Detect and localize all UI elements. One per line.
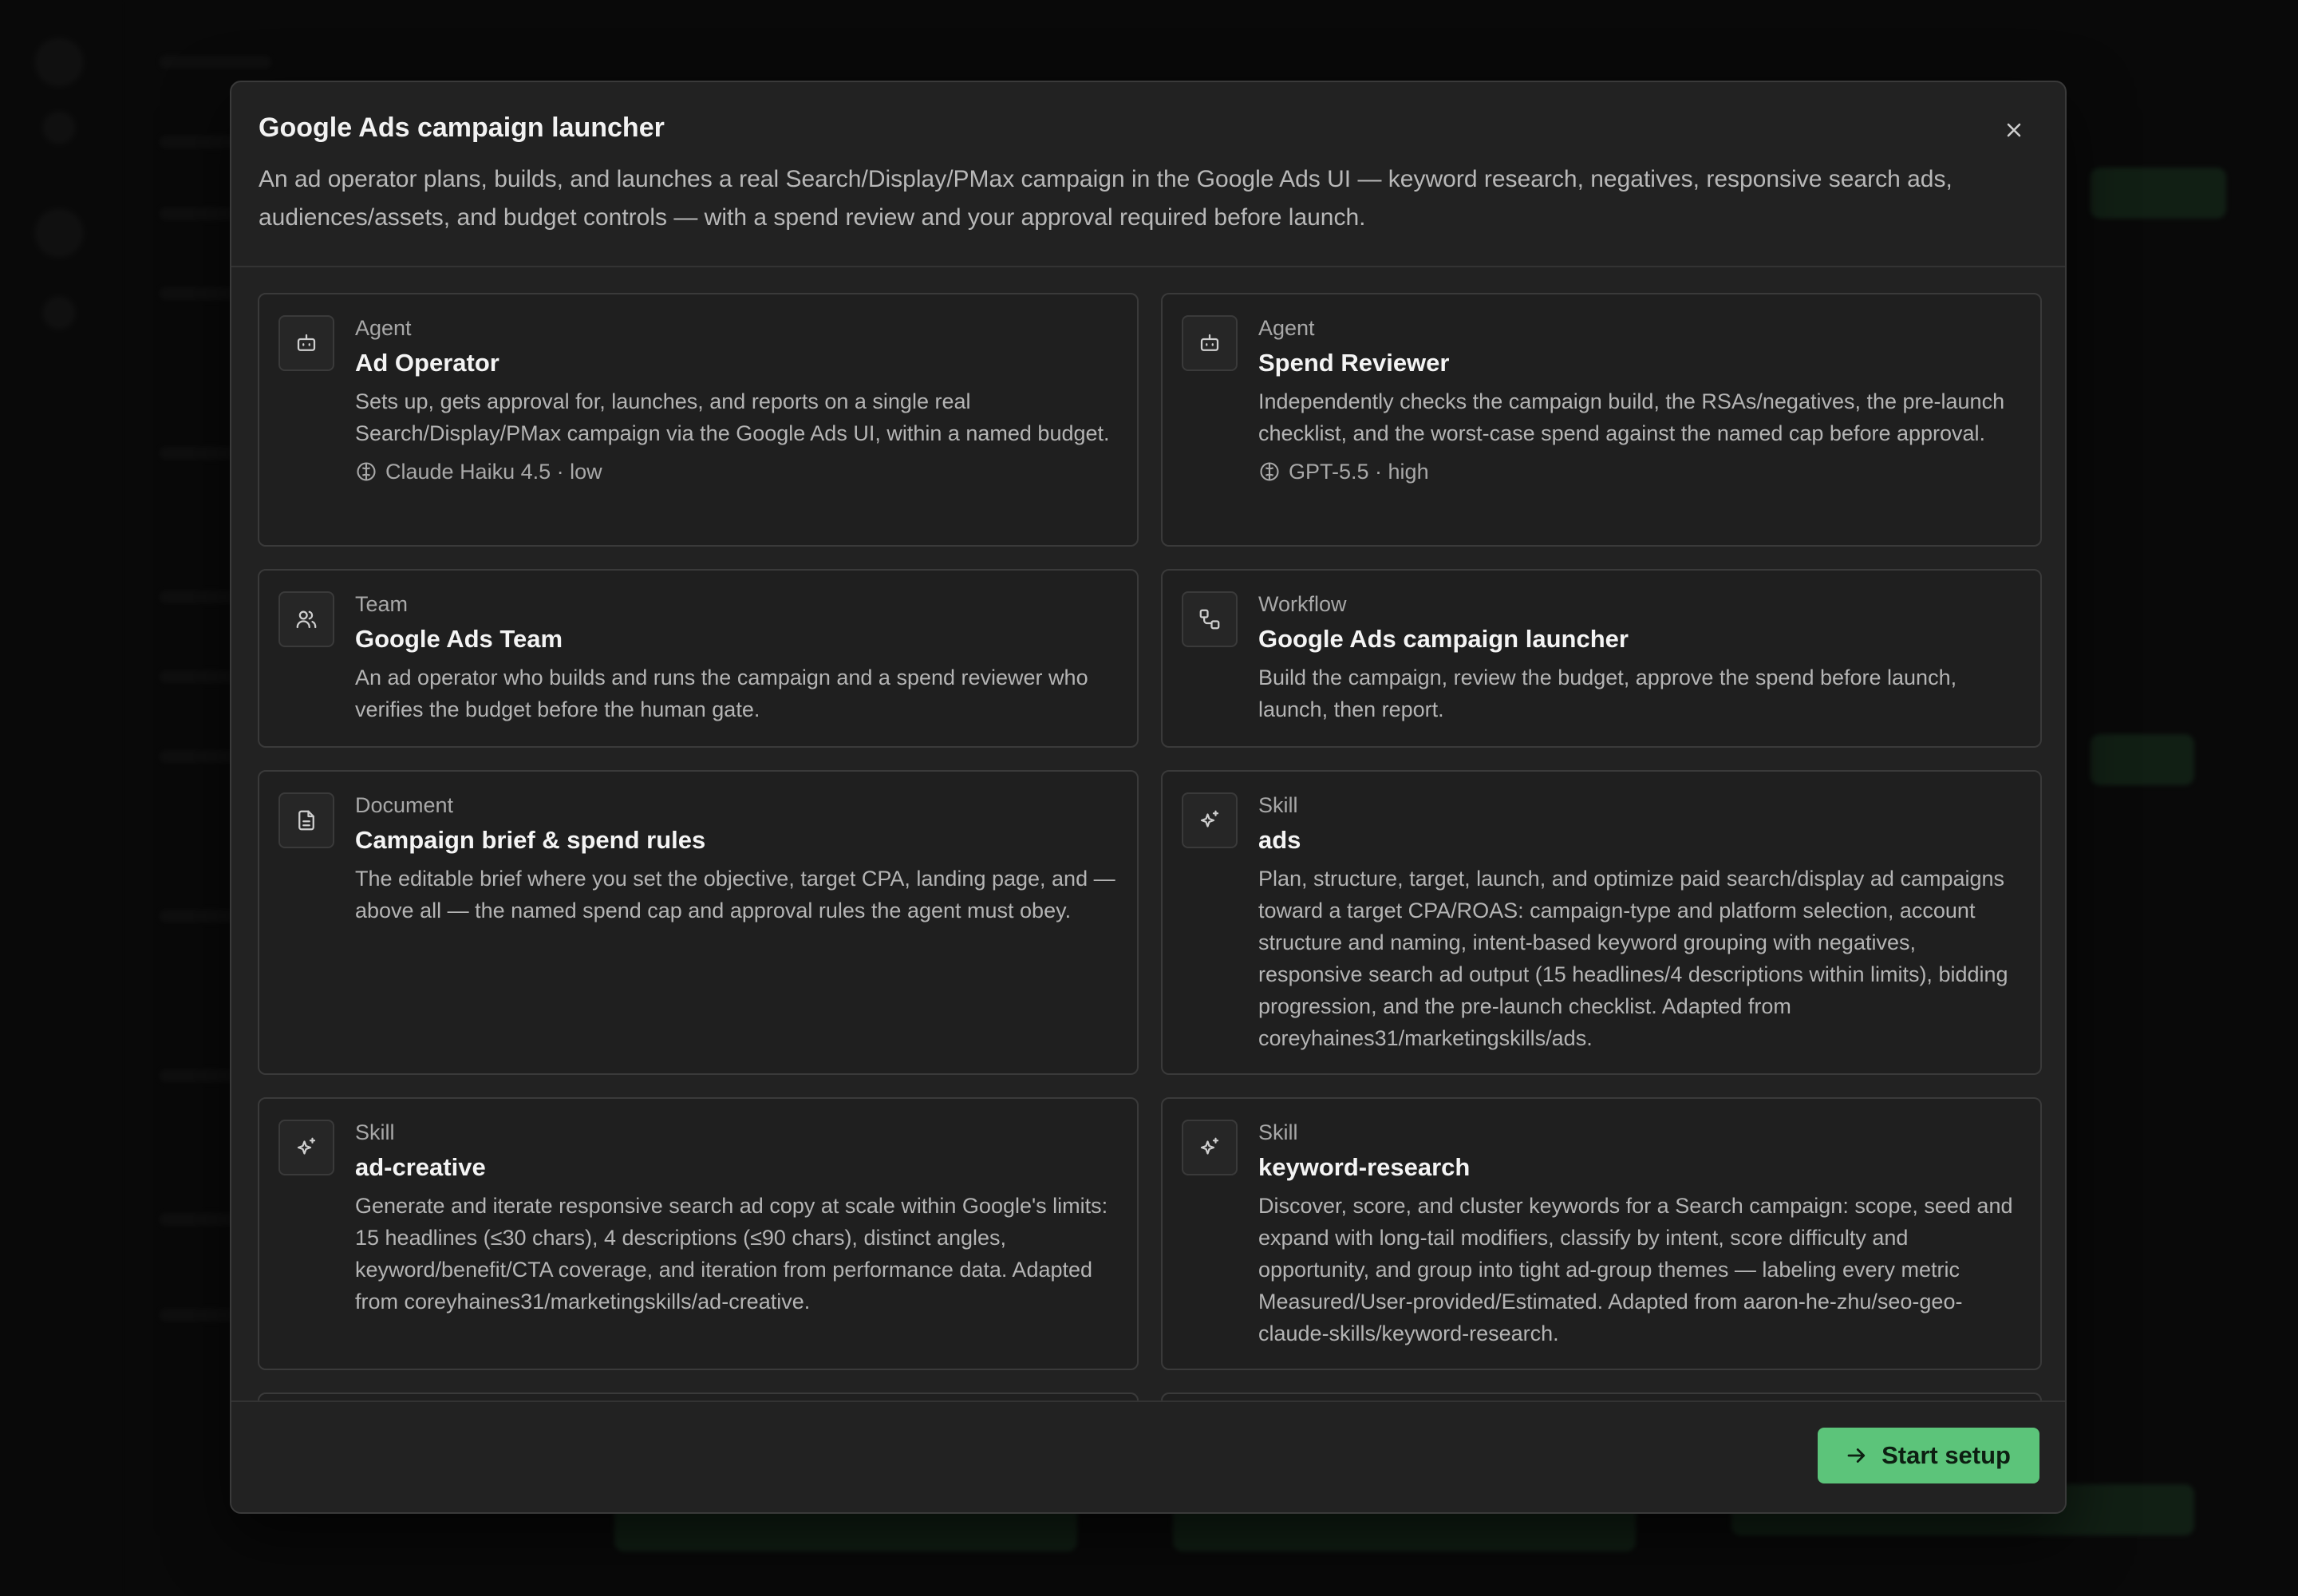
card-description: Build the campaign, review the budget, a…: [1258, 666, 1957, 721]
card-description: Independently checks the campaign build,…: [1258, 389, 2005, 445]
card-type: Skill: [1258, 1120, 1298, 1144]
card-description: The editable brief where you set the obj…: [355, 867, 1115, 922]
model-icon: [357, 462, 376, 481]
robot-icon: [1182, 315, 1238, 371]
card-name: Google Ads campaign launcher: [1258, 625, 1629, 653]
card-model-label: Claude Haiku 4.5 · low: [385, 460, 602, 484]
card-google-ads-team[interactable]: Team Google Ads Team An ad operator who …: [258, 569, 1139, 748]
close-button[interactable]: [1998, 114, 2030, 146]
model-icon: [1260, 462, 1279, 481]
start-setup-button[interactable]: Start setup: [1818, 1428, 2039, 1483]
card-name: keyword-research: [1258, 1153, 1471, 1181]
card-type: Agent: [355, 316, 412, 340]
card-type: Document: [355, 793, 454, 817]
start-setup-label: Start setup: [1881, 1441, 2011, 1469]
card-name: Spend Reviewer: [1258, 349, 1450, 377]
sparkle-icon: [1182, 1120, 1238, 1175]
card-skill-keyword-research[interactable]: Skill keyword-research Discover, score, …: [1161, 1097, 2042, 1370]
card-skill-ad-creative[interactable]: Skill ad-creative Generate and iterate r…: [258, 1097, 1139, 1370]
card-name: Ad Operator: [355, 349, 499, 377]
dialog-description: An ad operator plans, builds, and launch…: [259, 166, 1953, 231]
arrow-right-icon: [1847, 1448, 1866, 1463]
card-type: Team: [355, 592, 409, 616]
card-description: Generate and iterate responsive search a…: [355, 1194, 1108, 1314]
card-description: Plan, structure, target, launch, and opt…: [1258, 867, 2008, 1050]
card-name: Google Ads Team: [355, 625, 563, 653]
card-model-label: GPT-5.5 · high: [1289, 460, 1429, 484]
sparkle-icon: [278, 1120, 334, 1175]
users-icon: [278, 591, 334, 647]
dialog-footer: Start setup: [231, 1400, 2065, 1512]
card-workflow[interactable]: Workflow Google Ads campaign launcher Bu…: [1161, 569, 2042, 748]
card-ad-operator[interactable]: Agent Ad Operator Sets up, gets approval…: [258, 293, 1139, 547]
card-spend-reviewer[interactable]: Agent Spend Reviewer Independently check…: [1161, 293, 2042, 547]
card-name: ads: [1258, 826, 1301, 854]
card-type: Agent: [1258, 316, 1315, 340]
close-icon: [2007, 123, 2021, 137]
card-model: GPT-5.5 · high: [1258, 457, 2021, 486]
dialog-header: Google Ads campaign launcher An ad opera…: [231, 82, 2065, 267]
card-model: Claude Haiku 4.5 · low: [355, 457, 1118, 486]
template-dialog: Google Ads campaign launcher An ad opera…: [230, 81, 2067, 1514]
robot-icon: [278, 315, 334, 371]
card-name: Campaign brief & spend rules: [355, 826, 706, 854]
dialog-body[interactable]: Agent Ad Operator Sets up, gets approval…: [231, 267, 2065, 1487]
card-description: Discover, score, and cluster keywords fo…: [1258, 1194, 2013, 1345]
workflow-icon: [1182, 591, 1238, 647]
card-type: Skill: [1258, 793, 1298, 817]
card-name: ad-creative: [355, 1153, 486, 1181]
dialog-title: Google Ads campaign launcher: [259, 113, 665, 143]
card-type: Skill: [355, 1120, 395, 1144]
card-description: An ad operator who builds and runs the c…: [355, 666, 1088, 721]
card-type: Workflow: [1258, 592, 1347, 616]
card-campaign-brief[interactable]: Document Campaign brief & spend rules Th…: [258, 770, 1139, 1075]
card-skill-ads[interactable]: Skill ads Plan, structure, target, launc…: [1161, 770, 2042, 1075]
component-grid: Agent Ad Operator Sets up, gets approval…: [258, 293, 2042, 1487]
sparkle-icon: [1182, 792, 1238, 848]
document-icon: [278, 792, 334, 848]
card-description: Sets up, gets approval for, launches, an…: [355, 389, 1110, 445]
